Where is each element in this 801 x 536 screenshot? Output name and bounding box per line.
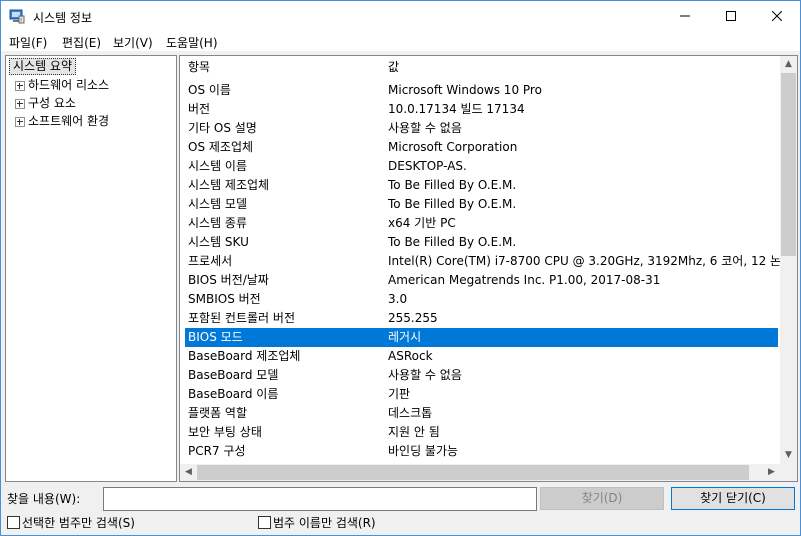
close-button[interactable] <box>754 1 800 31</box>
row-item-cell: PCR7 구성 <box>188 444 246 458</box>
row-value-cell: x64 기반 PC <box>388 216 456 230</box>
row-value-cell: To Be Filled By O.E.M. <box>388 197 517 211</box>
row-item-cell: BIOS 모드 <box>188 330 243 344</box>
row-item-cell: 프로세서 <box>188 254 233 268</box>
table-row[interactable]: BIOS 모드 레거시 <box>185 328 778 347</box>
title-bar[interactable]: i 시스템 정보 <box>1 1 800 31</box>
menu-edit[interactable]: 편집(E) <box>62 34 101 51</box>
row-item-cell: 시스템 제조업체 <box>188 178 270 192</box>
row-value-cell: 10.0.17134 빌드 17134 <box>388 102 525 116</box>
menu-help[interactable]: 도움말(H) <box>166 34 218 51</box>
row-item-cell: 보안 부팅 상태 <box>188 425 262 439</box>
category-names-checkbox[interactable] <box>258 516 271 529</box>
find-input[interactable] <box>103 487 537 511</box>
row-value-cell: 기판 <box>388 387 411 401</box>
row-item-cell: BaseBoard 이름 <box>188 387 279 401</box>
tree-item-software-environment[interactable]: 소프트웨어 환경 <box>14 112 164 130</box>
maximize-button[interactable] <box>708 1 754 31</box>
row-item-cell: OS 제조업체 <box>188 140 254 154</box>
tree-item-label: 하드웨어 리소스 <box>28 78 110 92</box>
row-value-cell: DESKTOP-AS. <box>388 159 467 173</box>
column-header-value[interactable]: 값 <box>388 58 399 77</box>
row-item-cell: 기타 OS 설명 <box>188 121 257 135</box>
expand-icon[interactable] <box>15 117 25 127</box>
row-value-cell: Microsoft Windows 10 Pro <box>388 83 542 97</box>
category-names-label: 범주 이름만 검색(R) <box>273 516 376 530</box>
expand-icon[interactable] <box>15 99 25 109</box>
tree-item-label: 소프트웨어 환경 <box>28 114 110 128</box>
row-value-cell: ASRock <box>388 349 433 363</box>
menu-view[interactable]: 보기(V) <box>113 34 153 51</box>
row-item-cell: 버전 <box>188 102 211 116</box>
category-tree[interactable]: 시스템 요약 하드웨어 리소스 구성 요소 소프트웨어 환경 <box>5 55 177 482</box>
row-value-cell: 바인딩 불가능 <box>388 444 459 458</box>
menu-bar: 파일(F) 편집(E) 보기(V) 도움말(H) <box>1 31 800 51</box>
tree-item-components[interactable]: 구성 요소 <box>14 94 164 112</box>
window-title: 시스템 정보 <box>33 11 93 25</box>
column-header-item[interactable]: 항목 <box>188 58 210 77</box>
row-item-cell: BaseBoard 제조업체 <box>188 349 301 363</box>
row-value-cell: 사용할 수 없음 <box>388 121 462 135</box>
selected-category-checkbox[interactable] <box>7 516 20 529</box>
row-value-cell: 사용할 수 없음 <box>388 368 462 382</box>
scroll-left-icon[interactable]: ◀ <box>180 464 197 481</box>
row-item-cell: BIOS 버전/날짜 <box>188 273 269 287</box>
row-value-cell: To Be Filled By O.E.M. <box>388 178 517 192</box>
scroll-right-icon[interactable]: ▶ <box>763 464 780 481</box>
menu-file[interactable]: 파일(F) <box>9 34 47 51</box>
row-value-cell: 255.255 <box>388 311 438 325</box>
row-value-cell: American Megatrends Inc. P1.00, 2017-08-… <box>388 273 661 287</box>
row-item-cell: 시스템 이름 <box>188 159 248 173</box>
row-item-cell: BaseBoard 모델 <box>188 368 279 382</box>
row-item-cell: 시스템 모델 <box>188 197 248 211</box>
row-item-cell: 시스템 종류 <box>188 216 248 230</box>
row-value-cell: Microsoft Corporation <box>388 140 518 154</box>
horizontal-scroll-thumb[interactable] <box>197 465 749 480</box>
selected-category-label: 선택한 범주만 검색(S) <box>22 516 135 530</box>
close-find-button[interactable]: 찾기 닫기(C) <box>671 487 795 510</box>
scroll-corner <box>780 464 797 481</box>
close-icon <box>772 11 782 21</box>
tree-item-system-summary[interactable]: 시스템 요약 <box>9 58 77 75</box>
row-item-cell: 플랫폼 역할 <box>188 406 248 420</box>
row-value-cell: Intel(R) Core(TM) i7-8700 CPU @ 3.20GHz,… <box>388 254 798 268</box>
row-item-cell: 포함된 컨트롤러 버전 <box>188 311 295 325</box>
scroll-down-icon[interactable]: ▼ <box>780 447 797 464</box>
find-label: 찾을 내용(W): <box>7 492 81 506</box>
maximize-icon <box>726 11 736 21</box>
row-value-cell: 레거시 <box>388 330 422 344</box>
row-item-cell: 시스템 SKU <box>188 235 249 249</box>
row-value-cell: To Be Filled By O.E.M. <box>388 235 517 249</box>
details-list[interactable]: 항목 값 OS 이름 Microsoft Windows 10 Pro 버전 10.0… <box>179 55 798 482</box>
row-value-cell: 지원 안 됨 <box>388 425 440 439</box>
row-value-cell: 3.0 <box>388 292 408 306</box>
row-item-cell: OS 이름 <box>188 83 231 97</box>
system-info-icon: i <box>9 9 25 24</box>
tree-item-label: 구성 요소 <box>28 96 76 110</box>
tree-item-hardware-resources[interactable]: 하드웨어 리소스 <box>14 76 164 94</box>
expand-icon[interactable] <box>15 81 25 91</box>
vertical-scroll-thumb[interactable] <box>781 73 796 256</box>
window: i 시스템 정보 파일(F) 편집(E) 보기(V) 도움말(H) 시스템 요약… <box>0 0 801 536</box>
row-value-cell: 데스크톱 <box>388 406 433 420</box>
minimize-button[interactable] <box>662 1 708 31</box>
minimize-icon <box>680 15 690 17</box>
horizontal-scrollbar[interactable]: ◀ ▶ <box>180 464 780 481</box>
scroll-up-icon[interactable]: ▲ <box>780 56 797 73</box>
vertical-scrollbar[interactable]: ▲ ▼ <box>780 56 797 464</box>
row-item-cell: SMBIOS 버전 <box>188 292 261 306</box>
find-button[interactable]: 찾기(D) <box>540 487 664 510</box>
